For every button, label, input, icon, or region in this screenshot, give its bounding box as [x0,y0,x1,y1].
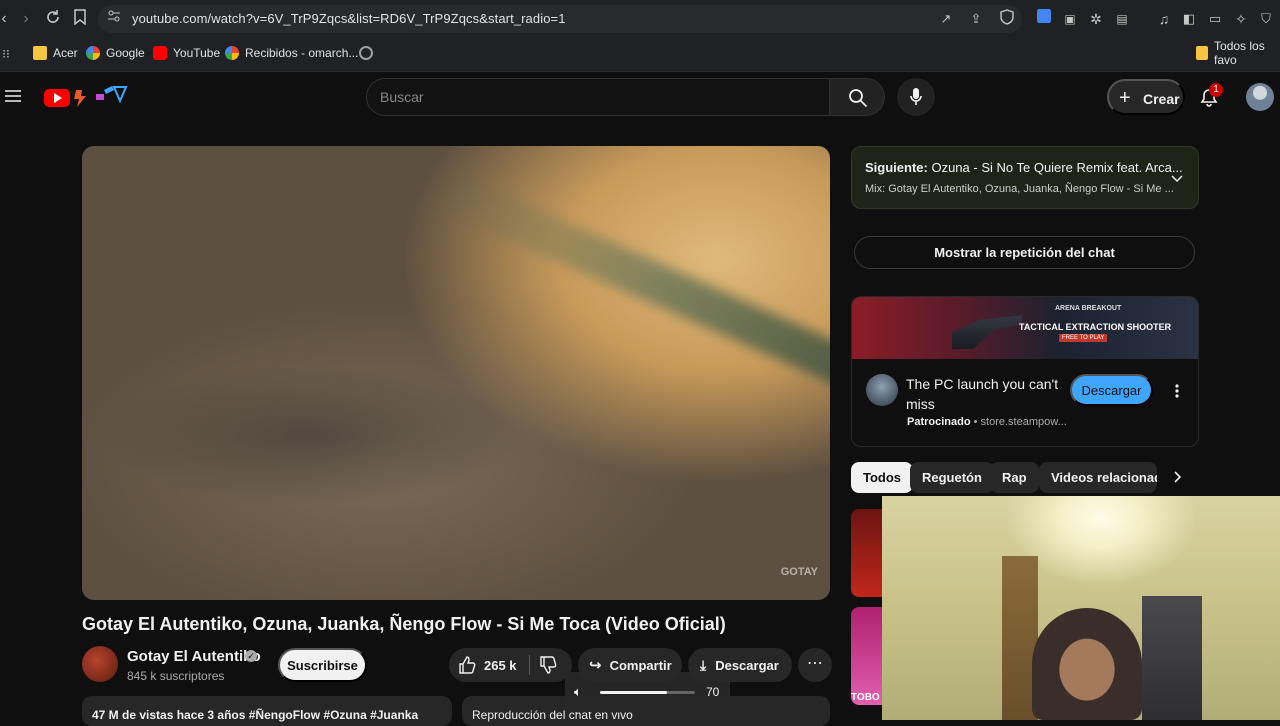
puzzle-extensions-icon[interactable]: ✲ [1086,9,1106,29]
volume-value: 70 [706,685,720,699]
subscribe-button[interactable]: Suscribirse [278,648,367,682]
chevron-right-icon[interactable] [1170,470,1184,484]
ad-download-button[interactable]: Descargar [1070,374,1153,406]
folder-icon [1196,46,1209,60]
share-page-icon[interactable]: ⇪ [966,9,986,29]
video-player[interactable]: GOTAY [82,146,830,600]
bookmark-globe[interactable] [359,45,373,61]
bookmarks-folder[interactable]: Todos los favo [1196,39,1280,67]
speaker-icon: 🔈︎ [574,684,582,699]
wallet-icon[interactable]: ▭ [1205,9,1225,29]
reload-icon[interactable] [43,9,63,29]
search-icon [849,89,868,108]
chip-all[interactable]: Todos [851,462,914,493]
search-box[interactable] [366,78,830,116]
account-avatar[interactable] [1246,83,1274,111]
bookmark-youtube[interactable]: YouTube [153,45,220,61]
channel-avatar[interactable] [82,646,118,682]
notifications-button[interactable]: 1 [1199,83,1223,108]
playlist-next-card[interactable] [851,146,1199,209]
chip-regueton[interactable]: Reguetón [910,462,994,493]
video-frame-streak [425,166,830,406]
volume-overlay: 🔈︎ 70 [565,672,730,712]
more-vertical-icon[interactable] [1172,383,1182,399]
apps-grid-icon[interactable]: ⁝⁝ [0,44,16,64]
ad-banner-image[interactable]: ARENA BREAKOUT TACTICAL EXTRACTION SHOOT… [852,297,1198,359]
channel-name[interactable]: Gotay El Autentiko [127,648,261,665]
show-chat-replay-button[interactable]: Mostrar la repetición del chat [854,236,1195,269]
voice-search-button[interactable] [897,78,935,116]
youtube-logo[interactable] [44,84,132,110]
browser-toolbar: ‹ › youtube.com/watch?v=6V_TrP9Zqcs&list… [0,0,1280,38]
webcam-overlay [882,496,1280,720]
more-horizontal-icon: ⋯ [807,655,823,672]
ai-assistant-icon[interactable]: ✧ [1231,9,1251,29]
more-actions-button[interactable]: ⋯ [798,648,832,682]
recommended-thumbnail[interactable]: TOBO [851,607,883,705]
back-icon[interactable]: ‹ [0,9,14,29]
ad-title[interactable]: The PC launch you can't miss [906,374,1066,414]
next-video-title: Siguiente: Ozuna - Si No Te Quiere Remix… [865,160,1183,175]
notification-badge: 1 [1209,83,1223,97]
recommended-thumbnail[interactable] [851,509,883,597]
sidebar-icon[interactable]: ◧ [1179,9,1199,29]
plus-icon: + [1119,87,1131,109]
soldier-silhouette [952,315,1022,349]
person [1032,608,1142,720]
globe-icon [359,46,373,60]
url-text[interactable]: youtube.com/watch?v=6V_TrP9Zqcs&list=RD6… [132,11,566,26]
google-icon [225,46,239,60]
video-frame-water [102,366,522,506]
search-input[interactable]: Buscar [380,89,424,105]
verified-icon: ✓ [245,650,257,662]
reader-icon[interactable]: ▤ [1112,9,1132,29]
thumbs-up-icon [459,656,476,674]
brave-shield-icon[interactable] [997,9,1017,29]
google-icon [86,46,100,60]
folder-icon [33,46,47,60]
create-button[interactable]: + Crear [1107,79,1185,115]
bookmarks-bar: ⁝⁝ Acer Google YouTube Recibidos - omarc… [0,38,1280,72]
youtube-icon [153,46,167,60]
advertiser-avatar [866,374,898,406]
bookmark-gmail[interactable]: Recibidos - omarch... [225,45,358,61]
chip-rap[interactable]: Rap [990,462,1039,493]
translate-extension-icon[interactable] [1034,9,1054,29]
doorway [1142,596,1202,720]
bookmark-google[interactable]: Google [86,45,145,61]
music-icon[interactable]: ♫ [1154,9,1174,29]
like-dislike-group: 265 k [449,648,572,682]
subscriber-count: 845 k suscriptores [127,669,225,683]
search-button[interactable] [829,78,885,116]
volume-slider[interactable] [600,691,695,694]
microphone-icon [910,88,922,105]
download-icon: ⤓ [700,656,707,673]
open-in-app-icon[interactable]: ↗ [936,9,956,29]
forward-icon[interactable]: › [16,9,36,29]
like-button[interactable]: 265 k [449,648,529,682]
extension-icon[interactable]: ▣ [1060,9,1080,29]
video-watermark: GOTAY [780,566,818,578]
vpn-shield-icon[interactable]: ⛉ [1256,9,1276,29]
site-info-icon[interactable] [104,9,124,29]
volume-slider-fill [600,691,667,694]
mix-subtitle: Mix: Gotay El Autentiko, Ozuna, Juanka, … [865,183,1174,195]
menu-icon[interactable] [4,88,22,104]
ad-sponsored-line: Patrocinado • store.steampow... [907,416,1067,428]
description-box[interactable]: 47 M de vistas hace 3 años #ÑengoFlow #O… [82,696,452,726]
thumbs-down-icon [540,656,557,674]
bookmark-icon[interactable] [70,9,90,29]
chip-related-videos[interactable]: Videos relacionado [1039,462,1157,493]
video-title: Gotay El Autentiko, Ozuna, Juanka, Ñengo… [82,614,726,634]
bookmark-acer[interactable]: Acer [33,45,78,61]
